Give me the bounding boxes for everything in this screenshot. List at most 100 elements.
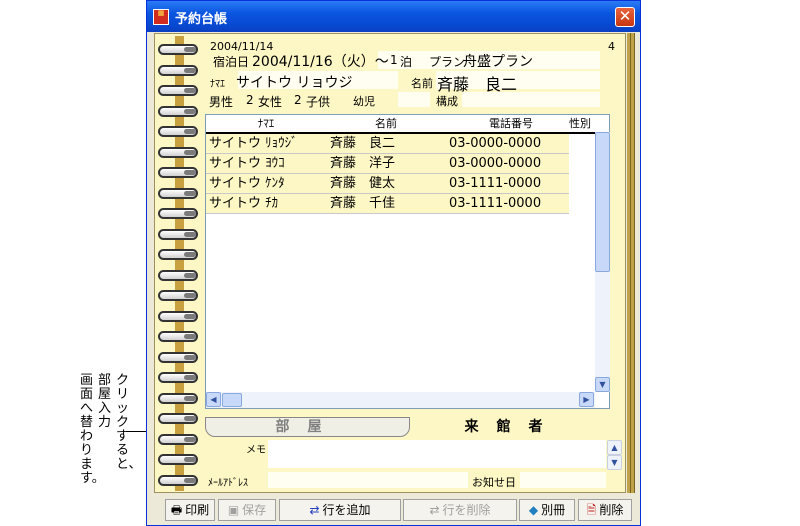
title-bar[interactable]: ▦ 予約台帳 ✕ xyxy=(147,1,640,32)
memo-field[interactable] xyxy=(268,440,606,468)
column-header-kana[interactable]: ﾅﾏｴ xyxy=(236,115,296,132)
guest-kana-cell[interactable]: サイトウ ﾁｶ xyxy=(209,194,278,214)
printer-icon: 🖶 xyxy=(170,503,183,517)
email-label: ﾒｰﾙｱﾄﾞﾚｽ xyxy=(208,478,248,489)
name-label: 名前 xyxy=(411,77,433,90)
male-label: 男性 xyxy=(209,95,234,109)
guest-kana-cell[interactable]: サイトウ ﾖｳｺ xyxy=(209,154,285,174)
page-edge-right xyxy=(631,33,635,493)
delete-document-icon: 🗎 xyxy=(586,503,597,517)
binder-ring xyxy=(158,290,198,301)
add-row-icon: ⇄ xyxy=(309,503,320,517)
composition-box xyxy=(462,92,600,107)
binder-ring xyxy=(158,146,198,158)
binder-ring xyxy=(158,474,198,486)
female-label: 女性 xyxy=(258,95,283,109)
vertical-scrollbar[interactable]: ▼ xyxy=(595,132,610,392)
tab-rooms[interactable]: 部屋 xyxy=(205,417,410,437)
vertical-scroll-thumb[interactable] xyxy=(595,132,610,272)
nights-unit: 泊 xyxy=(400,55,413,69)
column-header-name[interactable]: 名前 xyxy=(356,115,416,132)
child-label: 子供 xyxy=(306,95,331,109)
bottom-toolbar: 🖶 印刷 ▣ 保存 ⇄ 行を追加 ⇄ 行を削除 ◆ 別冊 🗎 削除 xyxy=(147,496,640,524)
guest-table: ﾅﾏｴ 名前 電話番号 性別 サイトウ ﾘｮｳｼﾞ 斉藤 良二 03-0000-00… xyxy=(205,114,610,409)
infant-label: 幼児 xyxy=(353,95,375,108)
print-button[interactable]: 🖶 印刷 xyxy=(165,499,215,521)
guest-name-cell[interactable]: 斉藤 千佳 xyxy=(330,194,395,214)
add-row-button[interactable]: ⇄ 行を追加 xyxy=(279,499,401,521)
memo-scroll-down-icon[interactable]: ▼ xyxy=(607,455,622,470)
guest-phone-cell[interactable]: 03-1111-0000 xyxy=(449,174,541,194)
binder-ring xyxy=(158,413,198,424)
table-row[interactable]: サイトウ ﾁｶ 斉藤 千佳 03-1111-0000 xyxy=(206,194,569,214)
other-book-button[interactable]: ◆ 別冊 xyxy=(519,499,575,521)
notify-date-field[interactable] xyxy=(520,472,606,488)
close-button[interactable]: ✕ xyxy=(615,7,635,27)
composition-label: 構成 xyxy=(436,95,458,108)
scroll-right-arrow-icon[interactable]: ▶ xyxy=(579,392,594,407)
delete-row-button[interactable]: ⇄ 行を削除 xyxy=(403,499,517,521)
table-row[interactable]: サイトウ ﾘｮｳｼﾞ 斉藤 良二 03-0000-0000 xyxy=(206,134,569,154)
binder-ring xyxy=(158,126,198,137)
delete-row-icon: ⇄ xyxy=(429,503,440,517)
binder-ring xyxy=(158,249,198,260)
column-header-gender[interactable]: 性別 xyxy=(564,115,596,132)
binder-ring xyxy=(158,44,198,55)
guest-phone-cell[interactable]: 03-0000-0000 xyxy=(449,154,541,174)
callout-line-1: クリックすると、 xyxy=(116,373,142,472)
guest-name-cell[interactable]: 斉藤 良二 xyxy=(330,134,395,154)
binder-ring xyxy=(158,228,198,240)
table-row[interactable]: サイトウ ｹﾝﾀ 斉藤 健太 03-1111-0000 xyxy=(206,174,569,194)
kana-label: ﾅﾏｴ xyxy=(210,79,225,90)
binder-ring xyxy=(158,187,198,199)
email-field[interactable] xyxy=(268,472,468,488)
binder-ring xyxy=(158,310,198,322)
male-count-field[interactable]: 2 xyxy=(246,93,254,107)
female-count-field[interactable]: 2 xyxy=(294,93,302,107)
floppy-disk-icon: ▣ xyxy=(227,503,240,517)
stay-date-label: 宿泊日 xyxy=(213,55,250,69)
scroll-left-arrow-icon[interactable]: ◀ xyxy=(206,392,221,407)
guest-name-cell[interactable]: 斉藤 洋子 xyxy=(330,154,395,174)
binder-ring xyxy=(158,454,198,465)
tab-visitors[interactable]: 来館者 xyxy=(410,417,615,437)
memo-label: メモ xyxy=(246,445,266,456)
page-number: 4 xyxy=(608,40,615,53)
horizontal-scroll-thumb[interactable] xyxy=(222,393,242,407)
binder-ring xyxy=(158,392,198,404)
save-button[interactable]: ▣ 保存 xyxy=(218,499,276,521)
diamond-icon: ◆ xyxy=(528,503,539,517)
guest-kana-cell[interactable]: サイトウ ﾘｮｳｼﾞ xyxy=(209,134,298,154)
infant-box xyxy=(398,92,430,107)
plan-field[interactable]: 舟盛プラン xyxy=(463,51,533,71)
horizontal-scrollbar[interactable]: ◀ ▶ xyxy=(206,392,595,408)
scroll-down-arrow-icon[interactable]: ▼ xyxy=(595,377,610,392)
callout-line-3: 画面へ替わります。 xyxy=(80,373,105,486)
calendar-app-icon: ▦ xyxy=(153,9,169,25)
guest-name-cell[interactable]: 斉藤 健太 xyxy=(330,174,395,194)
callout-line-2: 部屋入力 xyxy=(98,373,112,430)
nights-field[interactable]: 1 xyxy=(390,53,398,67)
column-header-phone[interactable]: 電話番号 xyxy=(471,115,551,132)
plan-label: プラン xyxy=(429,55,466,69)
binder-ring xyxy=(158,208,198,219)
binder-ring xyxy=(158,331,198,342)
binder-ring xyxy=(158,167,198,178)
guest-phone-cell[interactable]: 03-1111-0000 xyxy=(449,194,541,214)
notify-date-label: お知せ日 xyxy=(472,476,516,489)
binder-ring xyxy=(158,85,198,96)
delete-button[interactable]: 🗎 削除 xyxy=(578,499,632,521)
table-row[interactable]: サイトウ ﾖｳｺ 斉藤 洋子 03-0000-0000 xyxy=(206,154,569,174)
memo-scroll-up-icon[interactable]: ▲ xyxy=(607,440,622,455)
guest-kana-cell[interactable]: サイトウ ｹﾝﾀ xyxy=(209,174,285,194)
binder-ring xyxy=(158,269,198,281)
window-title: 予約台帳 xyxy=(175,12,228,27)
binder-ring xyxy=(158,105,198,117)
binder-ring xyxy=(158,64,198,76)
binder-ring xyxy=(158,433,198,445)
kana-field[interactable]: サイトウ リョウジ xyxy=(236,72,352,92)
stay-date-field[interactable]: 2004/11/16（火）～ xyxy=(252,51,389,71)
binder-ring xyxy=(158,351,198,363)
binder-ring xyxy=(158,372,198,383)
guest-phone-cell[interactable]: 03-0000-0000 xyxy=(449,134,541,154)
